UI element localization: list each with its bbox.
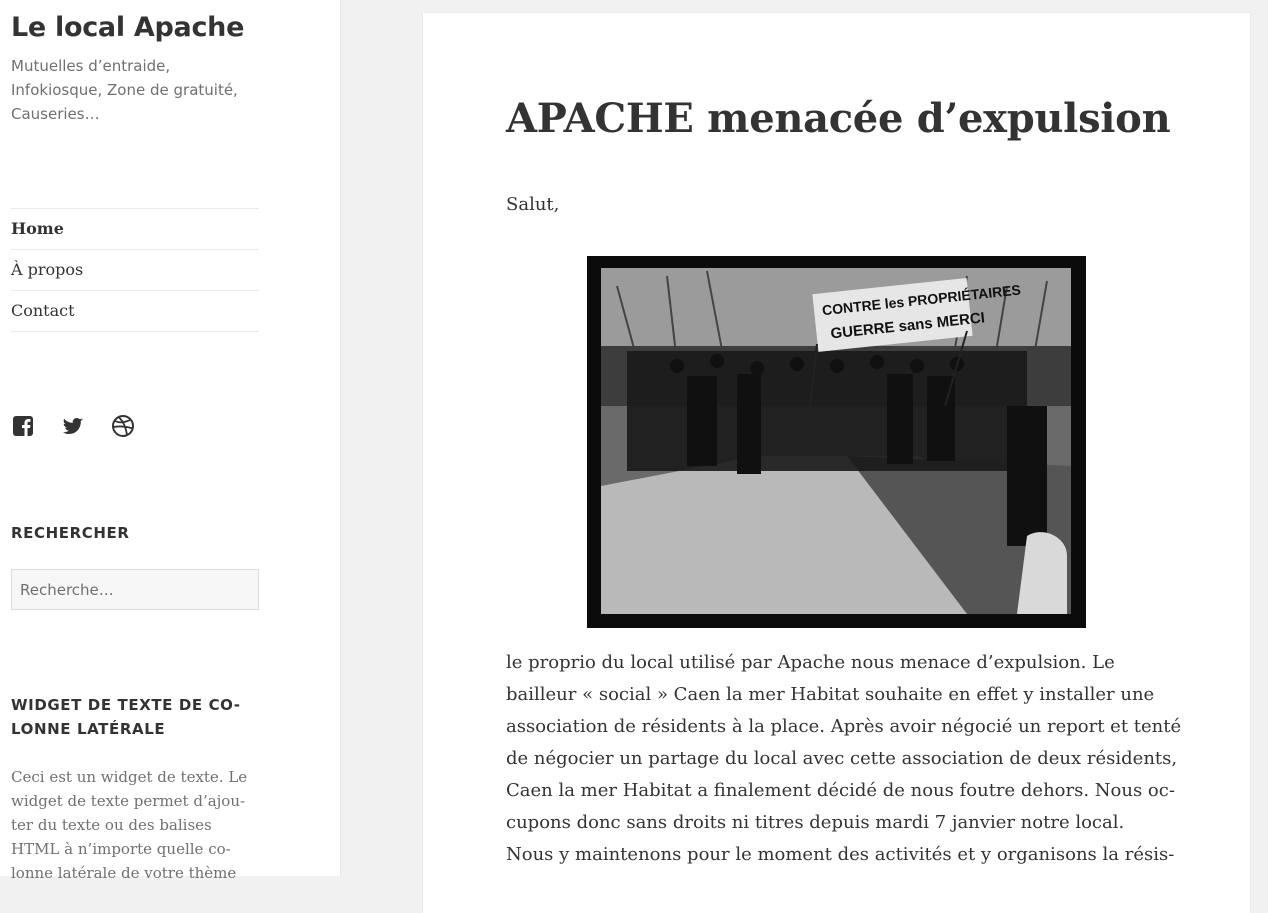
article: APACHE menacée d’expulsion Salut, CONTRE… <box>423 13 1250 913</box>
entry-body-line: bailleur « social » Caen la mer Habitat … <box>506 684 1155 705</box>
text-widget-title-line: WIDGET DE TEXTE DE CO- <box>11 696 241 714</box>
protest-photo: CONTRE les PROPRIÉTAIRES GUERRE sans MER… <box>587 256 1086 628</box>
entry-body-line: cupons donc sans droits ni titres depuis… <box>506 812 1125 833</box>
main-navigation: Home À propos Contact <box>11 208 259 332</box>
text-widget-body: Ceci est un widget de texte. Le widget d… <box>11 768 248 882</box>
entry-title[interactable]: APACHE menacée d’expulsion <box>506 95 1171 142</box>
search-widget-title: RECHERCHER <box>11 524 130 542</box>
entry-greeting: Salut, <box>506 194 560 215</box>
nav-item-home[interactable]: Home <box>11 209 259 250</box>
text-widget-title-line: LONNE LATÉRALE <box>11 720 166 738</box>
search-input[interactable] <box>11 569 259 610</box>
nav-item-a-propos[interactable]: À propos <box>11 250 259 291</box>
entry-body-line: association de résidents à la place. Apr… <box>506 716 1182 737</box>
entry-body: le proprio du local utilisé par Apache n… <box>506 647 1182 871</box>
entry-body-line: Caen la mer Habitat a finalement décidé … <box>506 780 1175 801</box>
text-widget-title: WIDGET DE TEXTE DE CO- LONNE LATÉRALE <box>11 693 251 741</box>
nav-item-contact[interactable]: Contact <box>11 291 259 332</box>
entry-body-line: le proprio du local utilisé par Apache n… <box>506 652 1115 673</box>
site-title[interactable]: Le local Apache <box>11 12 244 43</box>
dribbble-icon[interactable] <box>111 414 135 438</box>
facebook-icon[interactable] <box>11 414 35 438</box>
sidebar: Le local Apache Mutuelles d’entraide, In… <box>0 0 341 882</box>
social-links <box>11 414 135 438</box>
site-description: Mutuelles d’entraide, Infokiosque, Zone … <box>11 57 238 123</box>
entry-body-line: Nous y maintenons pour le moment des act… <box>506 844 1175 865</box>
entry-body-line: de négocier un partage du local avec cet… <box>506 748 1178 769</box>
twitter-icon[interactable] <box>61 414 85 438</box>
